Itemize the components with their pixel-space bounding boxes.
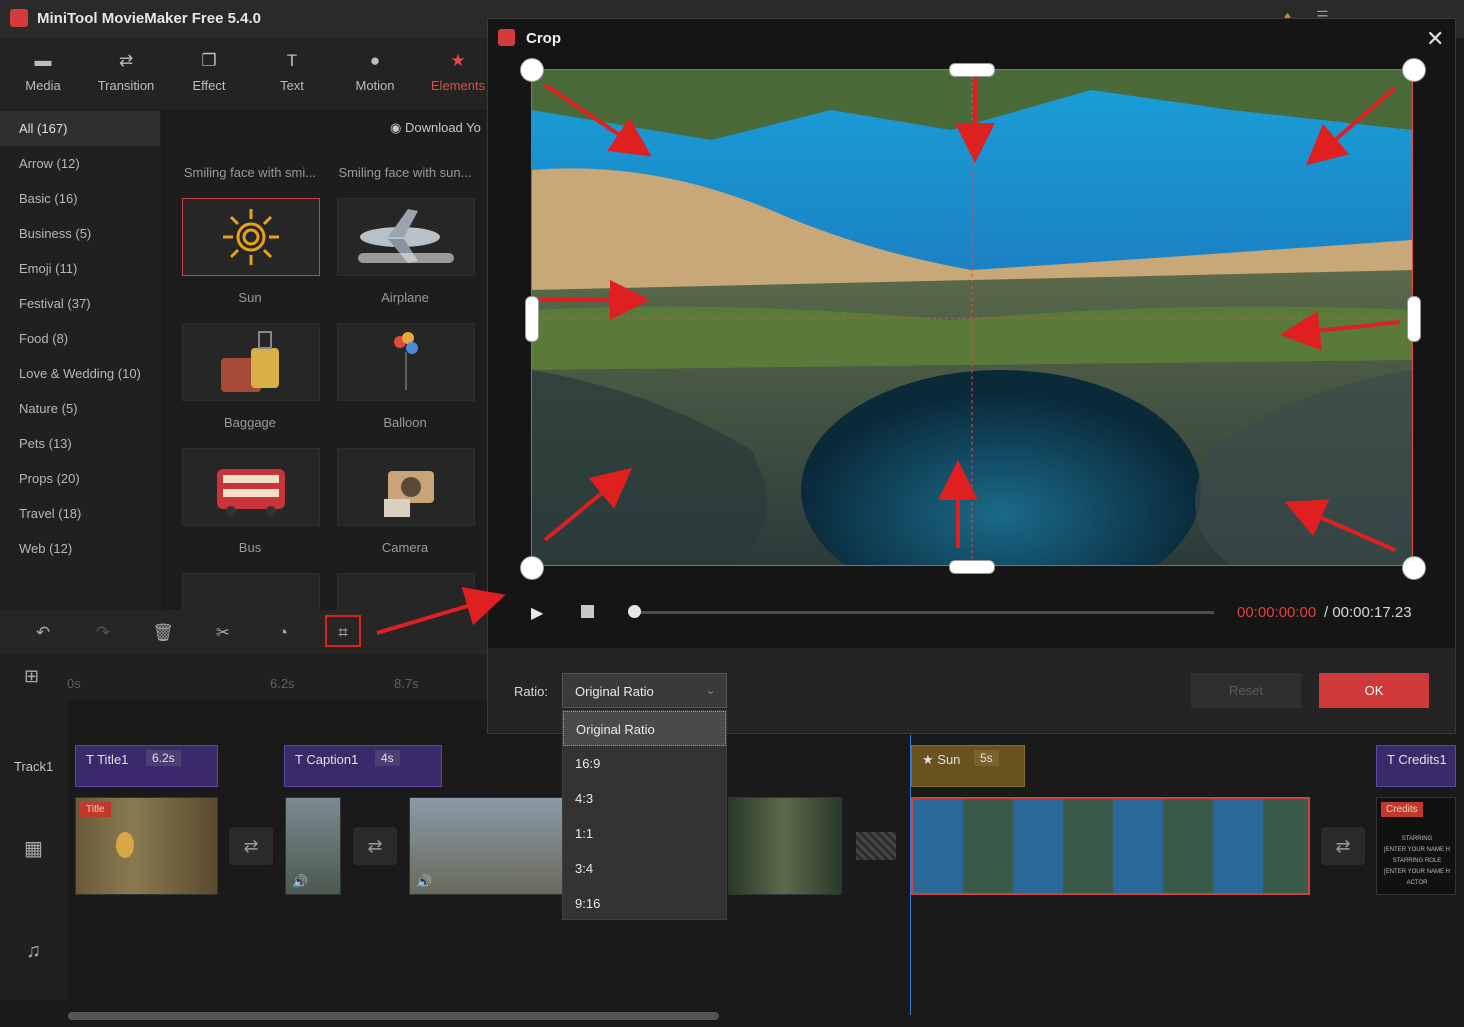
playback-progress-bar[interactable]: [634, 611, 1214, 614]
ratio-selected-value: Original Ratio: [575, 684, 654, 699]
ratio-option-3-4[interactable]: 3:4: [563, 851, 726, 886]
annotation-arrows: [376, 78, 1401, 635]
ratio-dropdown[interactable]: Original Ratio ⌄: [562, 673, 727, 708]
playback-progress-knob[interactable]: [628, 605, 641, 618]
ratio-label: Ratio:: [514, 684, 548, 699]
chevron-down-icon: ⌄: [705, 682, 716, 697]
ratio-options-list: Original Ratio 16:9 4:3 1:1 3:4 9:16: [562, 710, 727, 920]
ratio-option-4-3[interactable]: 4:3: [563, 781, 726, 816]
ok-button[interactable]: OK: [1319, 673, 1429, 708]
ratio-option-original[interactable]: Original Ratio: [563, 711, 726, 746]
current-time: 00:00:00:00: [1237, 604, 1317, 621]
reset-button[interactable]: Reset: [1191, 673, 1301, 708]
ratio-option-1-1[interactable]: 1:1: [563, 816, 726, 851]
total-time: / 00:00:17.23: [1324, 604, 1412, 621]
stop-icon[interactable]: [581, 605, 594, 618]
play-icon[interactable]: ▶: [531, 603, 543, 623]
ratio-option-9-16[interactable]: 9:16: [563, 886, 726, 921]
ratio-option-16-9[interactable]: 16:9: [563, 746, 726, 781]
